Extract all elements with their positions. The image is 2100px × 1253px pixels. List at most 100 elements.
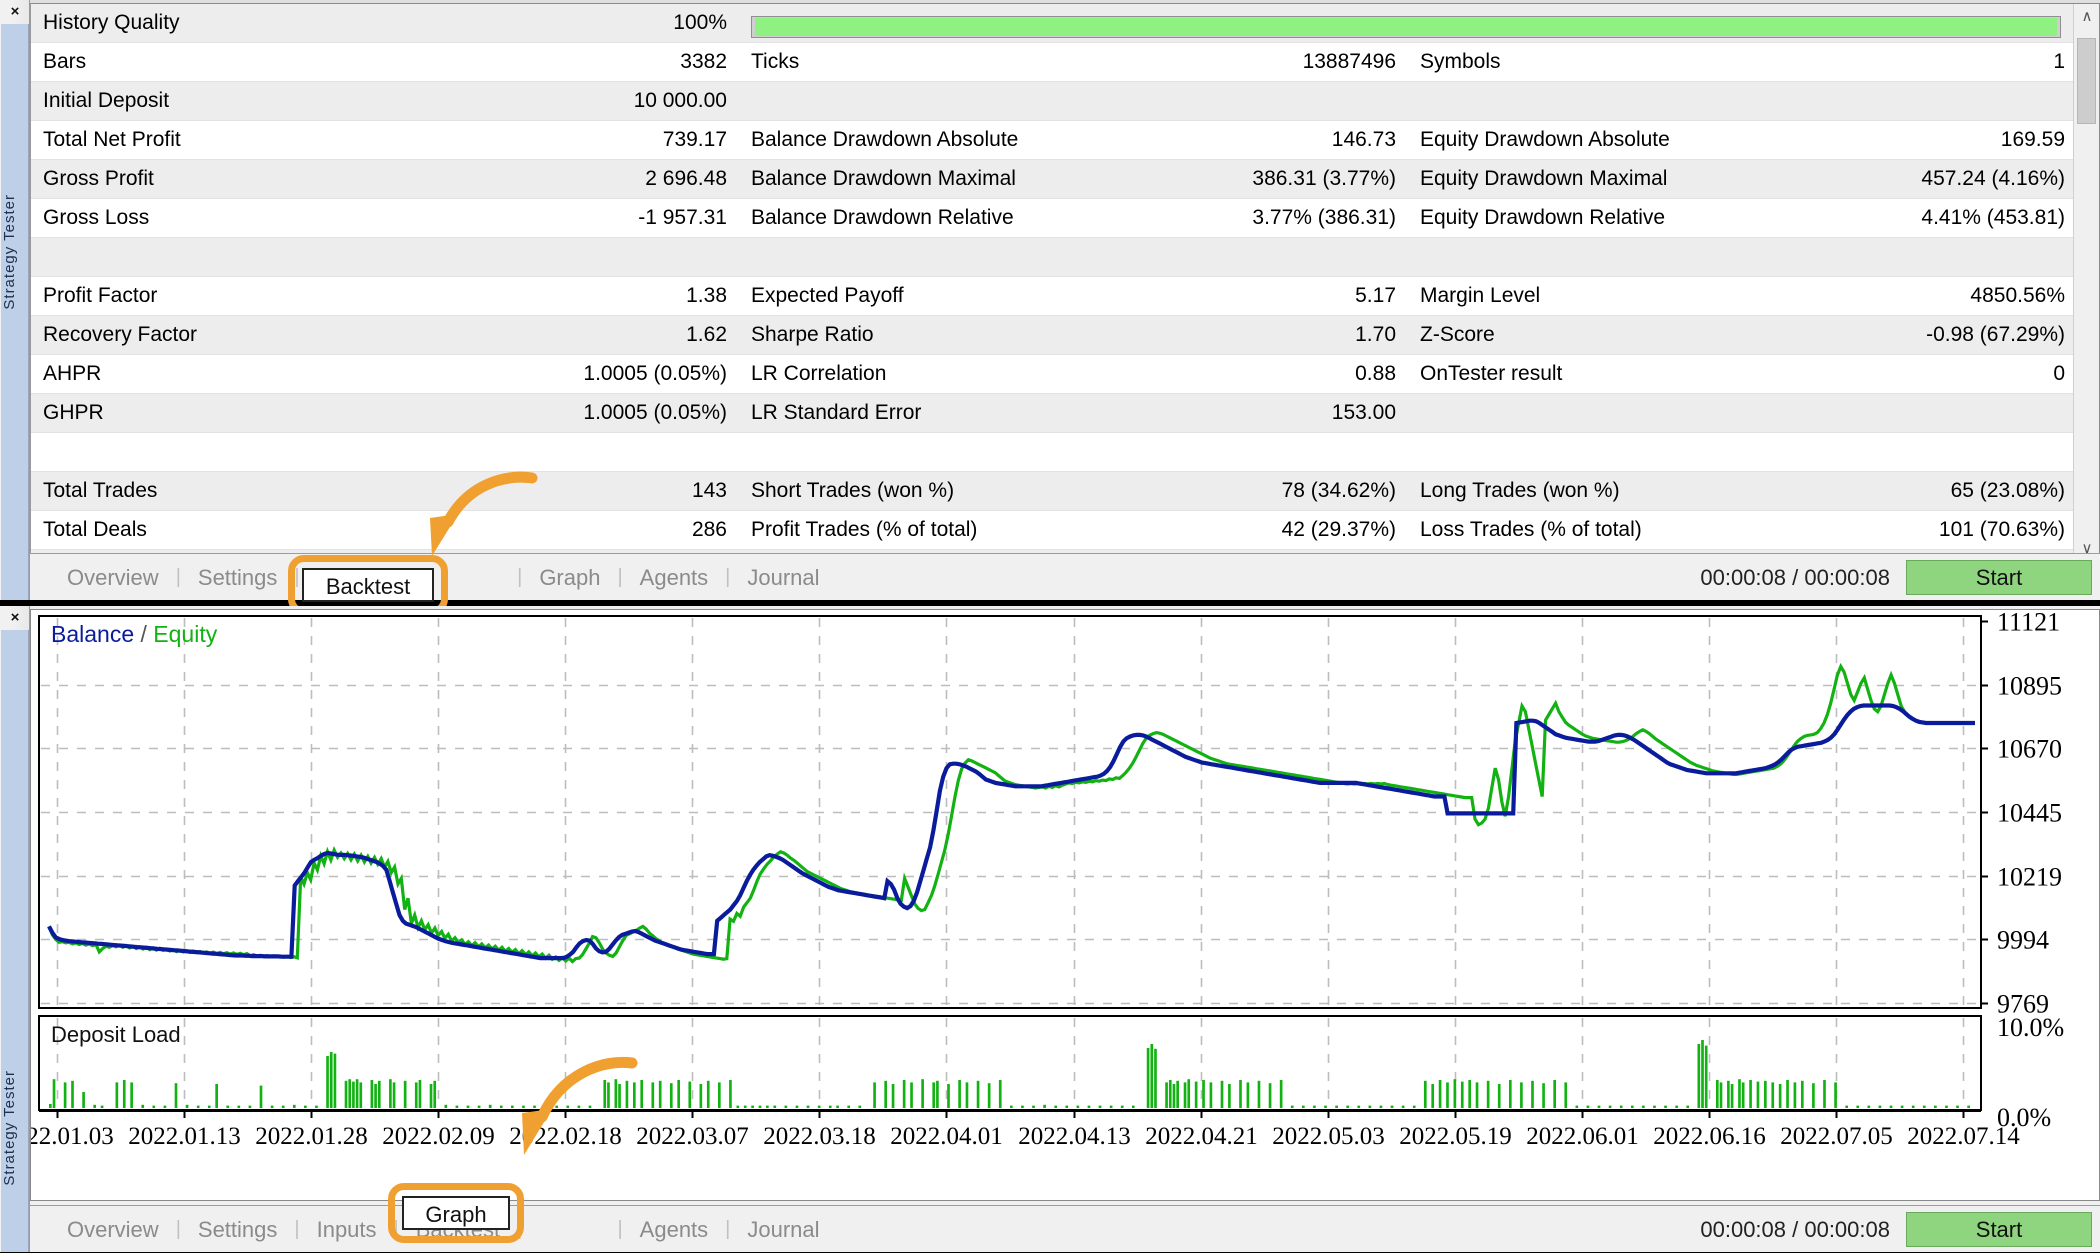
report-vertical-scrollbar[interactable]: ∧ ∨ xyxy=(2073,4,2099,562)
report-cell-value-3: 4.41% (453.81) xyxy=(1743,199,2078,238)
deposit-load-bar xyxy=(1879,1106,1882,1108)
deposit-load-bar xyxy=(1210,1082,1213,1108)
tab-inputs[interactable]: Inputs xyxy=(300,1206,394,1253)
deposit-load-bar xyxy=(1391,1106,1394,1108)
tab-inputs[interactable]: Inputs xyxy=(300,554,394,601)
deposit-load-bar xyxy=(478,1106,481,1108)
deposit-load-bar xyxy=(1313,1106,1316,1108)
start-button-bottom[interactable]: Start xyxy=(1906,1212,2092,1247)
table-row[interactable]: AHPR1.0005 (0.05%)LR Correlation0.88OnTe… xyxy=(31,355,2077,394)
deposit-load-bar xyxy=(1228,1084,1231,1108)
table-row[interactable]: Total Net Profit739.17Balance Drawdown A… xyxy=(31,121,2077,160)
deposit-load-bar xyxy=(152,1106,155,1108)
deposit-load-bar xyxy=(374,1084,377,1108)
deposit-load-bar xyxy=(1967,1106,1970,1108)
deposit-load-bar xyxy=(249,1106,252,1108)
report-cell-label-1: Gross Profit xyxy=(31,160,385,199)
deposit-load-bar xyxy=(1801,1081,1804,1108)
tab-agents[interactable]: Agents xyxy=(623,1206,726,1253)
table-row[interactable]: Gross Loss-1 957.31Balance Drawdown Rela… xyxy=(31,199,2077,238)
deposit-load-bar xyxy=(836,1106,839,1108)
tab-backtest[interactable]: Backtest xyxy=(399,1206,517,1253)
deposit-load-bar xyxy=(688,1082,691,1108)
deposit-load-bar xyxy=(430,1084,433,1108)
table-row[interactable]: Gross Profit2 696.48Balance Drawdown Max… xyxy=(31,160,2077,199)
start-button-top[interactable]: Start xyxy=(1906,560,2092,595)
deposit-load-bar xyxy=(966,1082,969,1108)
table-row[interactable]: Initial Deposit10 000.00 xyxy=(31,82,2077,121)
deposit-load-bar xyxy=(404,1081,407,1108)
table-row[interactable]: Recovery Factor1.62Sharpe Ratio1.70Z-Sco… xyxy=(31,316,2077,355)
deposit-load-bar xyxy=(1461,1082,1464,1108)
tab-settings[interactable]: Settings xyxy=(181,1206,295,1253)
deposit-load-bar xyxy=(1476,1082,1479,1108)
strategy-tester-vtab-bottom[interactable]: Strategy Tester xyxy=(1,630,29,1252)
tab-graph[interactable]: Graph xyxy=(522,554,617,601)
backtest-statistics-table: History Quality100%Bars3382Ticks13887496… xyxy=(31,4,2077,563)
deposit-load-bar xyxy=(1923,1106,1926,1108)
deposit-load-bar xyxy=(958,1080,961,1108)
deposit-load-bar xyxy=(1154,1049,1157,1108)
table-row[interactable]: GHPR1.0005 (0.05%)LR Standard Error153.0… xyxy=(31,394,2077,433)
deposit-load-bar xyxy=(1132,1106,1135,1108)
deposit-load-bar xyxy=(736,1106,739,1108)
deposit-load-bar xyxy=(164,1106,167,1108)
deposit-load-bar xyxy=(1945,1106,1948,1108)
report-cell-value-2: 3.77% (386.31) xyxy=(1074,199,1409,238)
table-row[interactable]: Total Trades143Short Trades (won %)78 (3… xyxy=(31,472,2077,511)
scrollbar-thumb[interactable] xyxy=(2077,38,2096,124)
deposit-load-bar xyxy=(1173,1084,1176,1108)
deposit-load-bar xyxy=(873,1082,876,1108)
deposit-load-tick-label: 0.0% xyxy=(1997,1103,2051,1132)
deposit-load-bar xyxy=(1509,1080,1512,1108)
deposit-load-tick-label: 10.0% xyxy=(1997,1013,2064,1042)
strategy-tester-vtab-top[interactable]: Strategy Tester xyxy=(1,24,29,600)
table-row[interactable]: History Quality100% xyxy=(31,4,2077,43)
x-tick-label: 2022.05.03 xyxy=(1272,1123,1385,1150)
deposit-load-bar xyxy=(116,1082,119,1108)
table-row[interactable]: Bars3382Ticks13887496Symbols1 xyxy=(31,43,2077,82)
deposit-load-bar xyxy=(101,1106,104,1108)
deposit-load-bar xyxy=(226,1106,229,1108)
balance-equity-chart-area[interactable]: 1112110895106701044510219999497692022.01… xyxy=(30,609,2100,1201)
table-row[interactable] xyxy=(31,238,2077,277)
table-row[interactable]: Total Deals286Profit Trades (% of total)… xyxy=(31,511,2077,550)
deposit-load-bar xyxy=(1576,1106,1579,1108)
deposit-load-bar xyxy=(1357,1106,1360,1108)
deposit-load-bar xyxy=(544,1106,547,1108)
history-quality-bar xyxy=(739,4,2077,43)
balance-equity-chart[interactable]: 1112110895106701044510219999497692022.01… xyxy=(31,610,2099,1200)
deposit-load-bar xyxy=(1431,1084,1434,1108)
deposit-load-bar xyxy=(1280,1080,1283,1108)
deposit-load-bar xyxy=(1439,1080,1442,1108)
bottom-panel-side-strip: × Strategy Tester xyxy=(0,606,30,1252)
deposit-load-bar xyxy=(1856,1106,1859,1108)
deposit-load-bar xyxy=(356,1079,359,1108)
deposit-load-bar xyxy=(141,1105,144,1108)
tab-settings[interactable]: Settings xyxy=(181,554,295,601)
deposit-load-bar xyxy=(123,1080,126,1108)
chart-legend: Balance / Equity xyxy=(51,621,218,647)
scroll-up-icon[interactable]: ∧ xyxy=(2074,4,2100,30)
tab-overview[interactable]: Overview xyxy=(50,554,176,601)
table-row[interactable]: Profit Factor1.38Expected Payoff5.17Marg… xyxy=(31,277,2077,316)
deposit-load-title: Deposit Load xyxy=(51,1022,181,1047)
deposit-load-bar xyxy=(1757,1082,1760,1108)
report-cell-label-3: OnTester result xyxy=(1408,355,1743,394)
deposit-load-bar xyxy=(208,1106,211,1108)
deposit-load-bar xyxy=(1823,1080,1826,1108)
deposit-load-bar xyxy=(796,1106,799,1108)
x-tick-label: 2022.01.13 xyxy=(128,1123,241,1150)
deposit-load-bar xyxy=(618,1084,621,1108)
close-icon[interactable]: × xyxy=(7,4,23,20)
tab-overview[interactable]: Overview xyxy=(50,1206,176,1253)
tab-journal[interactable]: Journal xyxy=(730,554,836,601)
table-row[interactable] xyxy=(31,433,2077,472)
tab-agents[interactable]: Agents xyxy=(623,554,726,601)
report-cell-label-1: Gross Loss xyxy=(31,199,385,238)
deposit-load-bar xyxy=(1010,1106,1013,1108)
deposit-load-bar xyxy=(1413,1106,1416,1108)
x-tick-label: 2022.01.03 xyxy=(31,1123,114,1150)
tab-journal[interactable]: Journal xyxy=(730,1206,836,1253)
close-icon-bottom[interactable]: × xyxy=(7,610,23,626)
